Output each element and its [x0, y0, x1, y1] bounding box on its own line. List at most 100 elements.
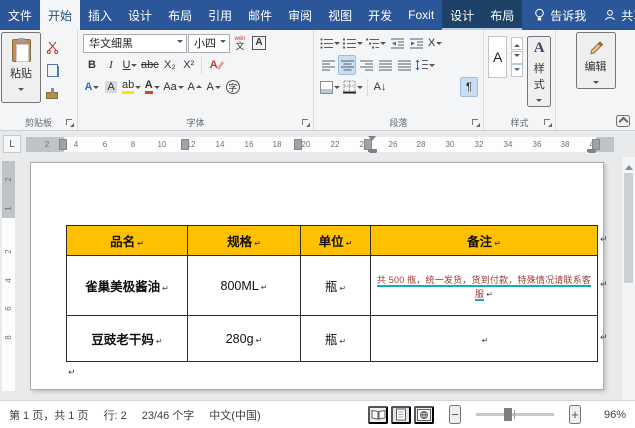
copy-button[interactable] [43, 60, 61, 80]
change-case-button[interactable]: Aa [162, 77, 184, 97]
tab-review[interactable]: 审阅 [280, 0, 320, 30]
scroll-up-arrow-icon[interactable] [625, 161, 633, 170]
zoom-percentage[interactable]: 96% [596, 409, 626, 421]
tab-home[interactable]: 开始 [40, 0, 80, 30]
vertical-scrollbar[interactable] [621, 157, 635, 400]
word-count[interactable]: 23/46 个字 [142, 407, 195, 423]
header-cell-remark[interactable]: 备注↵ [371, 226, 598, 256]
highlight-color-button[interactable]: ab [121, 77, 142, 97]
tab-mailings[interactable]: 邮件 [240, 0, 280, 30]
zoom-in-button[interactable]: + [569, 405, 581, 424]
character-border-button[interactable]: A [250, 33, 268, 53]
header-cell-unit[interactable]: 单位↵ [301, 226, 371, 256]
tab-developer[interactable]: 开发 [360, 0, 400, 30]
format-painter-button[interactable] [43, 83, 61, 103]
tab-view[interactable]: 视图 [320, 0, 360, 30]
right-indent-marker[interactable] [587, 149, 596, 152]
paragraph-dialog-launcher[interactable] [471, 118, 481, 128]
bullet-list-button[interactable] [319, 33, 341, 53]
grow-font-button[interactable]: A [186, 77, 204, 97]
character-shading-button[interactable]: A [102, 77, 120, 97]
text-effects-button[interactable]: A [83, 77, 101, 97]
styles-dialog-launcher[interactable] [543, 118, 553, 128]
remark-cell[interactable]: 共 500 瓶，统一发货，货到付款，特殊情况请联系客服↵ [371, 256, 598, 316]
horizontal-ruler[interactable]: 2 4 6 8 10 12 14 16 18 20 22 24 26 28 30… [26, 137, 614, 152]
body-cell[interactable]: 瓶↵ [301, 256, 371, 316]
font-size-combo[interactable]: 小四 [188, 34, 230, 53]
table-column-marker[interactable] [181, 139, 189, 150]
multilevel-list-button[interactable] [365, 33, 387, 53]
style-gallery-tile[interactable]: A [488, 36, 507, 78]
numbered-list-button[interactable] [342, 33, 364, 53]
distribute-button[interactable] [395, 55, 413, 75]
style-gallery-up-button[interactable] [511, 37, 523, 50]
header-cell-spec[interactable]: 规格↵ [188, 226, 301, 256]
body-cell[interactable]: 雀巢美极酱油↵ [67, 256, 188, 316]
tab-file[interactable]: 文件 [0, 0, 40, 30]
share-button[interactable]: 共享 [594, 0, 635, 30]
decrease-indent-button[interactable] [388, 33, 406, 53]
first-line-indent-marker[interactable] [368, 136, 376, 145]
font-name-combo[interactable]: 华文细黑 [83, 34, 187, 53]
style-gallery-down-button[interactable] [511, 51, 523, 64]
body-cell[interactable]: 豆豉老干妈↵ [67, 316, 188, 362]
document-page[interactable]: 品名↵ 规格↵ 单位↵ 备注↵ 雀巢美极酱油↵ 800ML↵ 瓶↵ 共 500 … [30, 162, 604, 390]
header-cell-product[interactable]: 品名↵ [67, 226, 188, 256]
zoom-slider-handle[interactable] [504, 408, 512, 421]
sort-button[interactable]: A↓ [371, 77, 389, 97]
italic-button[interactable]: I [102, 55, 120, 75]
superscript-button[interactable]: X² [180, 55, 198, 75]
web-layout-button[interactable] [414, 406, 434, 424]
scrollbar-thumb[interactable] [624, 173, 633, 283]
table-column-marker[interactable] [294, 139, 302, 150]
tab-insert[interactable]: 插入 [80, 0, 120, 30]
borders-button[interactable] [342, 77, 364, 97]
tab-foxit[interactable]: Foxit [400, 0, 442, 30]
strikethrough-button[interactable]: abc [140, 55, 160, 75]
asian-layout-button[interactable]: X [426, 33, 444, 53]
clipboard-dialog-launcher[interactable] [65, 118, 75, 128]
paste-button[interactable]: 粘贴 [1, 32, 41, 103]
body-cell[interactable]: 瓶↵ [301, 316, 371, 362]
phonetic-guide-button[interactable]: wén文 [231, 33, 249, 53]
tab-table-tools-design[interactable]: 设计 [442, 0, 482, 30]
vertical-ruler[interactable]: 2 1 2 4 6 8 [2, 161, 15, 391]
tab-table-tools-layout[interactable]: 布局 [482, 0, 522, 30]
shrink-font-button[interactable]: A [205, 77, 223, 97]
collapse-ribbon-button[interactable] [616, 115, 630, 127]
tab-design[interactable]: 设计 [120, 0, 160, 30]
bold-button[interactable]: B [83, 55, 101, 75]
left-indent-marker[interactable] [368, 149, 377, 152]
zoom-out-button[interactable]: − [449, 405, 461, 424]
remark-cell[interactable]: ↵ [371, 316, 598, 362]
enclose-characters-button[interactable]: 字 [224, 77, 242, 97]
page-indicator[interactable]: 第 1 页，共 1 页 [9, 407, 88, 423]
shading-button[interactable] [319, 77, 341, 97]
body-cell[interactable]: 280g↵ [188, 316, 301, 362]
align-center-button[interactable] [338, 55, 356, 75]
body-cell[interactable]: 800ML↵ [188, 256, 301, 316]
subscript-button[interactable]: X₂ [161, 55, 179, 75]
editing-menu-button[interactable]: 编辑 [576, 32, 616, 89]
tab-layout[interactable]: 布局 [160, 0, 200, 30]
style-gallery-more-button[interactable] [511, 64, 523, 77]
line-spacing-button[interactable] [414, 55, 436, 75]
language-indicator[interactable]: 中文(中国) [209, 407, 260, 423]
print-layout-button[interactable] [391, 406, 411, 424]
font-dialog-launcher[interactable] [301, 118, 311, 128]
line-indicator[interactable]: 行: 2 [103, 407, 126, 423]
table-column-marker[interactable] [59, 139, 67, 150]
tell-me-box[interactable]: 告诉我 [526, 0, 594, 30]
tab-stop-selector[interactable]: L [3, 135, 21, 153]
increase-indent-button[interactable] [407, 33, 425, 53]
show-formatting-marks-button[interactable]: ¶ [460, 77, 478, 97]
read-mode-button[interactable] [368, 406, 388, 424]
align-right-button[interactable] [357, 55, 375, 75]
align-left-button[interactable] [319, 55, 337, 75]
clear-formatting-button[interactable]: A [205, 55, 223, 75]
cut-button[interactable] [43, 37, 61, 57]
font-color-button[interactable]: A [143, 77, 161, 97]
styles-pane-button[interactable]: A 样式 [527, 36, 551, 107]
zoom-slider[interactable] [476, 413, 554, 416]
justify-button[interactable] [376, 55, 394, 75]
